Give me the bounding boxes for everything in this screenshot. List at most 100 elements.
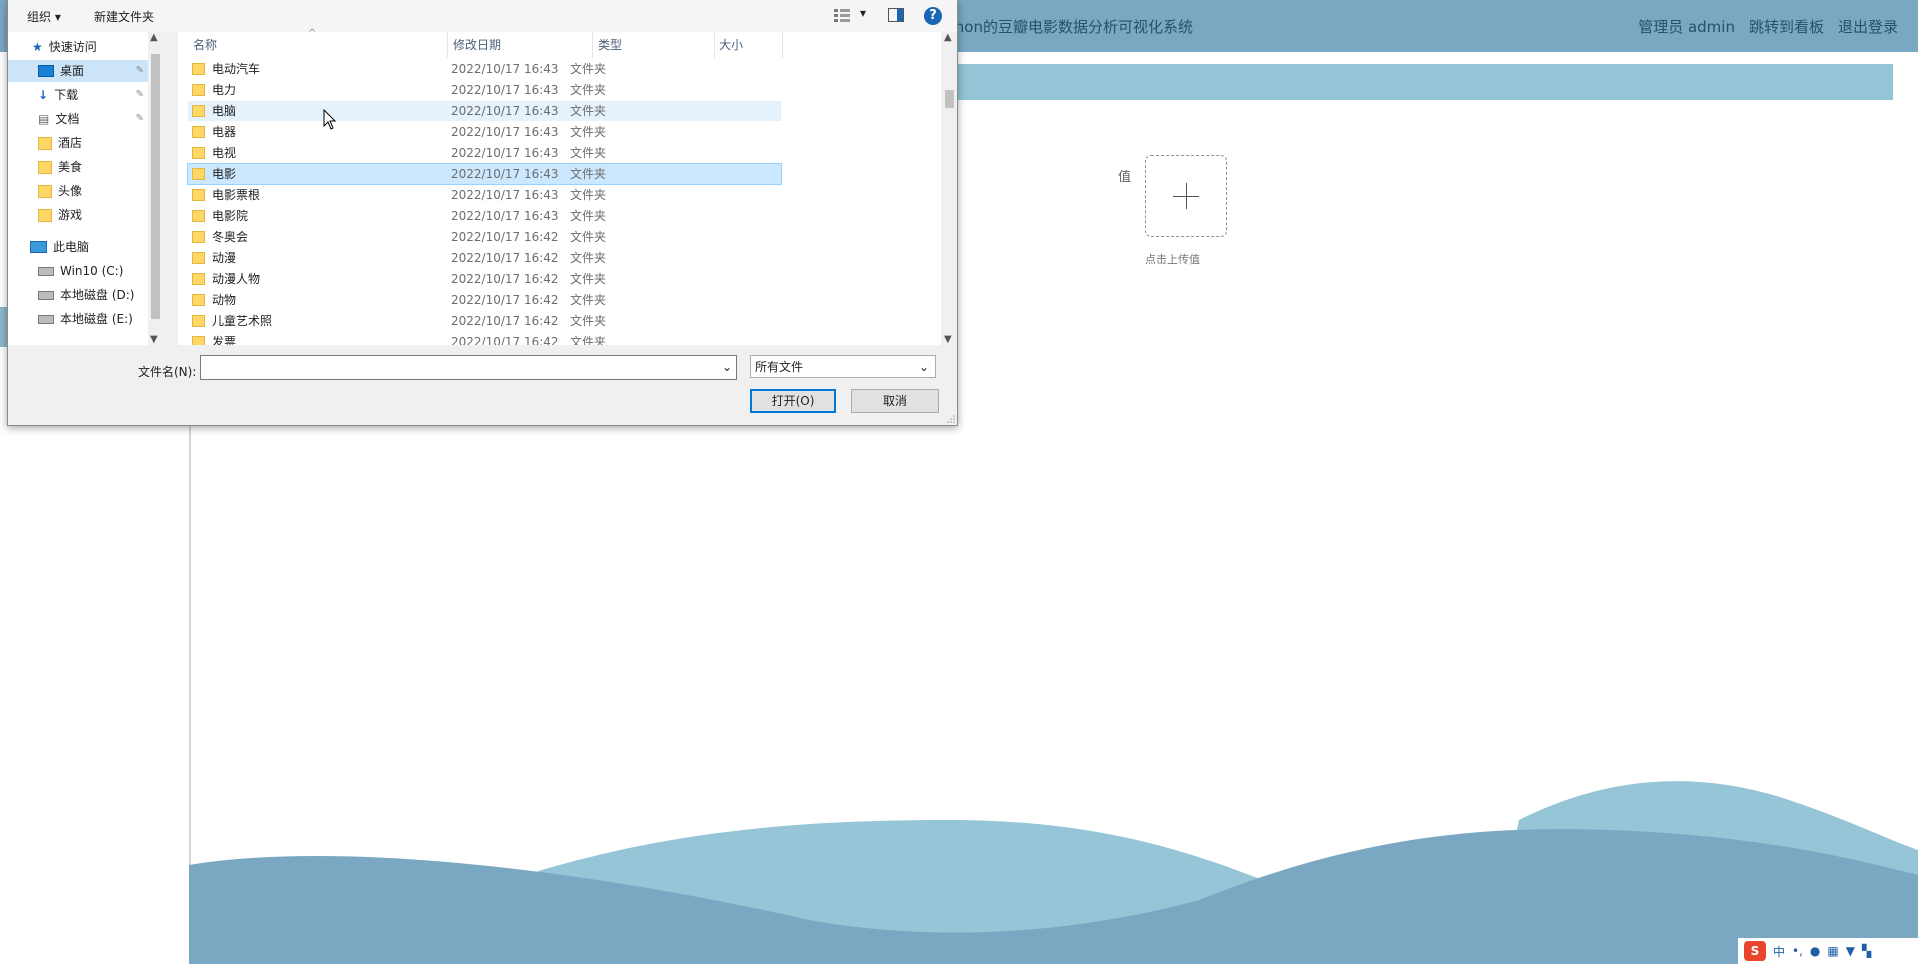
- chevron-down-icon[interactable]: ⌄: [722, 360, 732, 374]
- nav-folder-hotel[interactable]: 酒店: [38, 132, 82, 154]
- file-name: 电影: [212, 167, 237, 181]
- preview-pane-icon[interactable]: [888, 8, 904, 22]
- file-name: 电力: [212, 83, 237, 97]
- file-row[interactable]: 电器 2022/10/17 16:43 文件夹: [188, 122, 781, 142]
- mic-icon[interactable]: ●: [1810, 944, 1820, 958]
- cancel-button[interactable]: 取消: [851, 389, 939, 413]
- grid-icon[interactable]: ▚: [1862, 944, 1871, 958]
- nav-scrollbar[interactable]: ▲ ▼: [148, 32, 163, 345]
- nav-folder-avatar[interactable]: 头像: [38, 180, 82, 202]
- file-row[interactable]: 发票 2022/10/17 16:42 文件夹: [188, 332, 781, 345]
- file-row[interactable]: 电影 2022/10/17 16:43 文件夹: [187, 163, 782, 185]
- folder-icon: [192, 84, 205, 96]
- folder-icon: [192, 252, 205, 264]
- upload-button[interactable]: [1145, 155, 1227, 237]
- file-rows: 电动汽车 2022/10/17 16:43 文件夹 电力 2022/10/17 16:4…: [178, 32, 941, 345]
- new-folder-button[interactable]: 新建文件夹: [94, 8, 154, 25]
- filename-label: 文件名(N):: [138, 365, 197, 379]
- file-row[interactable]: 儿童艺术照 2022/10/17 16:42 文件夹: [188, 311, 781, 331]
- file-type: 文件夹: [570, 230, 607, 244]
- file-list-scroll-thumb[interactable]: [945, 90, 954, 108]
- view-options-icon[interactable]: [834, 8, 850, 22]
- help-icon[interactable]: ?: [924, 7, 942, 25]
- ime-punct[interactable]: •,: [1792, 944, 1803, 958]
- chevron-down-icon: ⌄: [918, 360, 929, 374]
- download-icon: ↓: [38, 88, 49, 102]
- file-name: 电脑: [212, 104, 237, 118]
- nav-quick-access[interactable]: ★ 快速访问: [32, 36, 97, 58]
- file-name: 动物: [212, 293, 237, 307]
- folder-icon: [192, 168, 205, 180]
- desktop-icon: [38, 65, 54, 77]
- nav-desktop[interactable]: 桌面 ✎: [8, 60, 148, 82]
- folder-icon: [38, 184, 52, 198]
- filename-input[interactable]: ⌄: [200, 355, 737, 380]
- file-row[interactable]: 动漫人物 2022/10/17 16:42 文件夹: [188, 269, 781, 289]
- sogou-logo-icon[interactable]: S: [1744, 941, 1766, 961]
- shirt-icon[interactable]: ▼: [1846, 944, 1855, 958]
- pin-icon: ✎: [135, 65, 144, 76]
- file-type: 文件夹: [570, 314, 607, 328]
- file-date: 2022/10/17 16:43: [451, 188, 559, 202]
- file-name: 冬奥会: [212, 230, 249, 244]
- keyboard-icon[interactable]: ▦: [1827, 944, 1838, 958]
- scroll-up-icon[interactable]: ▲: [150, 32, 158, 43]
- organize-button[interactable]: 组织 ▾: [27, 8, 61, 25]
- folder-icon: [192, 147, 205, 159]
- folder-icon: [192, 315, 205, 327]
- scroll-down-icon[interactable]: ▼: [150, 334, 158, 345]
- file-type: 文件夹: [570, 104, 607, 118]
- file-row[interactable]: 动漫 2022/10/17 16:42 文件夹: [188, 248, 781, 268]
- board-link[interactable]: 跳转到看板: [1749, 16, 1824, 37]
- file-type: 文件夹: [570, 251, 607, 265]
- file-type: 文件夹: [570, 62, 607, 76]
- file-row[interactable]: 电力 2022/10/17 16:43 文件夹: [188, 80, 781, 100]
- drive-icon: [38, 314, 54, 324]
- scroll-up-icon[interactable]: ▲: [944, 32, 952, 43]
- file-row[interactable]: 冬奥会 2022/10/17 16:42 文件夹: [188, 227, 781, 247]
- file-name: 动漫: [212, 251, 237, 265]
- file-date: 2022/10/17 16:42: [451, 272, 559, 286]
- nav-this-pc[interactable]: 此电脑: [30, 236, 89, 258]
- file-date: 2022/10/17 16:42: [451, 251, 559, 265]
- nav-documents[interactable]: ▤ 文档 ✎: [38, 108, 148, 130]
- file-list-scrollbar[interactable]: ▲ ▼: [941, 32, 957, 345]
- nav-folder-food[interactable]: 美食: [38, 156, 82, 178]
- file-date: 2022/10/17 16:43: [451, 146, 559, 160]
- user-menu: 管理员 admin 跳转到看板 退出登录: [1638, 16, 1898, 37]
- ime-mode[interactable]: 中: [1773, 943, 1785, 960]
- app-title: ython的豆瓣电影数据分析可视化系统: [940, 18, 1193, 36]
- view-menu-button[interactable]: ▾: [860, 6, 866, 20]
- file-name: 发票: [212, 335, 237, 345]
- logout-link[interactable]: 退出登录: [1838, 16, 1898, 37]
- file-type-select[interactable]: 所有文件 ⌄: [750, 355, 936, 378]
- nav-drive-c[interactable]: Win10 (C:): [38, 260, 123, 282]
- file-name: 动漫人物: [212, 272, 261, 286]
- file-type: 文件夹: [570, 146, 607, 160]
- file-date: 2022/10/17 16:42: [451, 335, 559, 345]
- file-name: 电影院: [212, 209, 249, 223]
- file-date: 2022/10/17 16:43: [451, 83, 559, 97]
- resize-grip-icon[interactable]: [947, 415, 955, 423]
- nav-folder-games[interactable]: 游戏: [38, 204, 82, 226]
- nav-drive-d[interactable]: 本地磁盘 (D:): [38, 284, 134, 306]
- file-row[interactable]: 电视 2022/10/17 16:43 文件夹: [188, 143, 781, 163]
- folder-icon: [38, 136, 52, 150]
- file-row[interactable]: 电脑 2022/10/17 16:43 文件夹: [188, 101, 781, 121]
- file-row[interactable]: 电影院 2022/10/17 16:43 文件夹: [188, 206, 781, 226]
- file-date: 2022/10/17 16:43: [451, 167, 559, 181]
- scroll-down-icon[interactable]: ▼: [944, 334, 952, 345]
- nav-downloads[interactable]: ↓ 下载 ✎: [38, 84, 148, 106]
- open-button[interactable]: 打开(O): [750, 389, 836, 413]
- file-open-dialog: 组织 ▾ 新建文件夹 ▾ ? ★ 快速访问 桌面 ✎ ↓ 下载 ✎ ▤ 文档 ✎…: [7, 0, 958, 426]
- star-icon: ★: [32, 40, 43, 54]
- file-row[interactable]: 动物 2022/10/17 16:42 文件夹: [188, 290, 781, 310]
- file-row[interactable]: 电影票根 2022/10/17 16:43 文件夹: [188, 185, 781, 205]
- upload-tip: 点击上传值: [1145, 253, 1200, 266]
- folder-icon: [192, 231, 205, 243]
- nav-drive-e[interactable]: 本地磁盘 (E:): [38, 308, 133, 330]
- file-name: 电动汽车: [212, 62, 261, 76]
- file-row[interactable]: 电动汽车 2022/10/17 16:43 文件夹: [188, 59, 781, 79]
- nav-scroll-thumb[interactable]: [151, 54, 160, 319]
- file-date: 2022/10/17 16:42: [451, 314, 559, 328]
